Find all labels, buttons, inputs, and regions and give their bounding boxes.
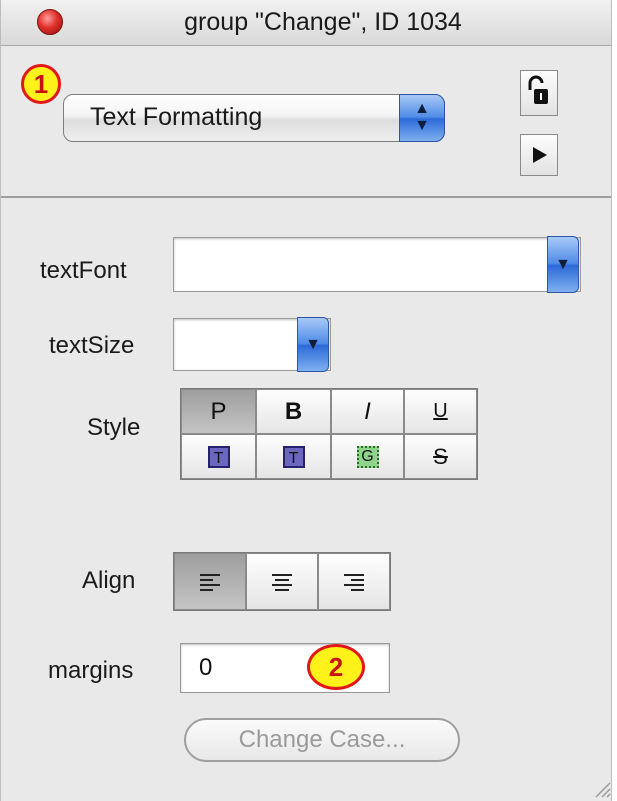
align-center-button[interactable]: [246, 553, 318, 610]
top-section: Text Formatting ▲ ▼ 1: [1, 46, 611, 198]
textfont-label: textFont: [40, 257, 127, 284]
change-case-button[interactable]: Change Case...: [184, 718, 460, 762]
style-plain-button[interactable]: P: [181, 389, 256, 434]
align-segmented-control: [173, 552, 391, 611]
style-3d-box-button[interactable]: T: [256, 434, 331, 479]
align-label: Align: [82, 567, 136, 594]
style-underline-button[interactable]: U: [404, 389, 477, 434]
threedbox-icon: T: [282, 445, 305, 468]
underline-label: U: [433, 400, 448, 422]
italic-label: I: [364, 397, 371, 425]
box-icon: T: [207, 445, 230, 468]
textfont-combobox[interactable]: [173, 237, 581, 292]
margins-label: margins: [48, 657, 134, 684]
style-label: Style: [87, 414, 141, 441]
inspector-window: group "Change", ID 1034 Text Formatting …: [0, 0, 612, 801]
callout-badge-2: 2: [307, 644, 365, 690]
style-strikeout-button[interactable]: S: [404, 434, 477, 479]
popup-label: Text Formatting: [90, 103, 263, 131]
style-italic-button[interactable]: I: [331, 389, 404, 434]
window-title: group "Change", ID 1034: [184, 8, 462, 36]
style-bold-button[interactable]: B: [256, 389, 331, 434]
align-left-icon: [200, 573, 220, 591]
resize-grip-icon[interactable]: [593, 780, 611, 798]
textsize-dropdown-icon[interactable]: ▼: [297, 317, 329, 372]
align-right-button[interactable]: [318, 553, 390, 610]
align-left-button[interactable]: [174, 553, 246, 610]
lock-button[interactable]: [520, 70, 558, 116]
play-button[interactable]: [520, 134, 558, 176]
title-bar: group "Change", ID 1034: [1, 0, 611, 46]
textsize-label: textSize: [49, 332, 135, 359]
align-right-icon: [344, 573, 364, 591]
strikeout-label: S: [433, 443, 448, 469]
callout-badge-1: 1: [21, 64, 61, 104]
lock-open-icon: [528, 75, 548, 104]
align-center-icon: [272, 573, 292, 591]
style-box-button[interactable]: T: [181, 434, 256, 479]
bold-label: B: [284, 397, 303, 425]
plain-label: P: [210, 397, 227, 425]
popup-arrows-icon[interactable]: ▲ ▼: [399, 94, 445, 142]
property-set-popup[interactable]: Text Formatting ▲ ▼: [63, 94, 445, 142]
style-segmented-control: P B I U T T G S: [180, 388, 478, 480]
group-icon: G: [356, 445, 379, 468]
play-icon: [533, 147, 547, 163]
style-group-button[interactable]: G: [331, 434, 404, 479]
textfont-dropdown-icon[interactable]: ▼: [547, 236, 579, 293]
